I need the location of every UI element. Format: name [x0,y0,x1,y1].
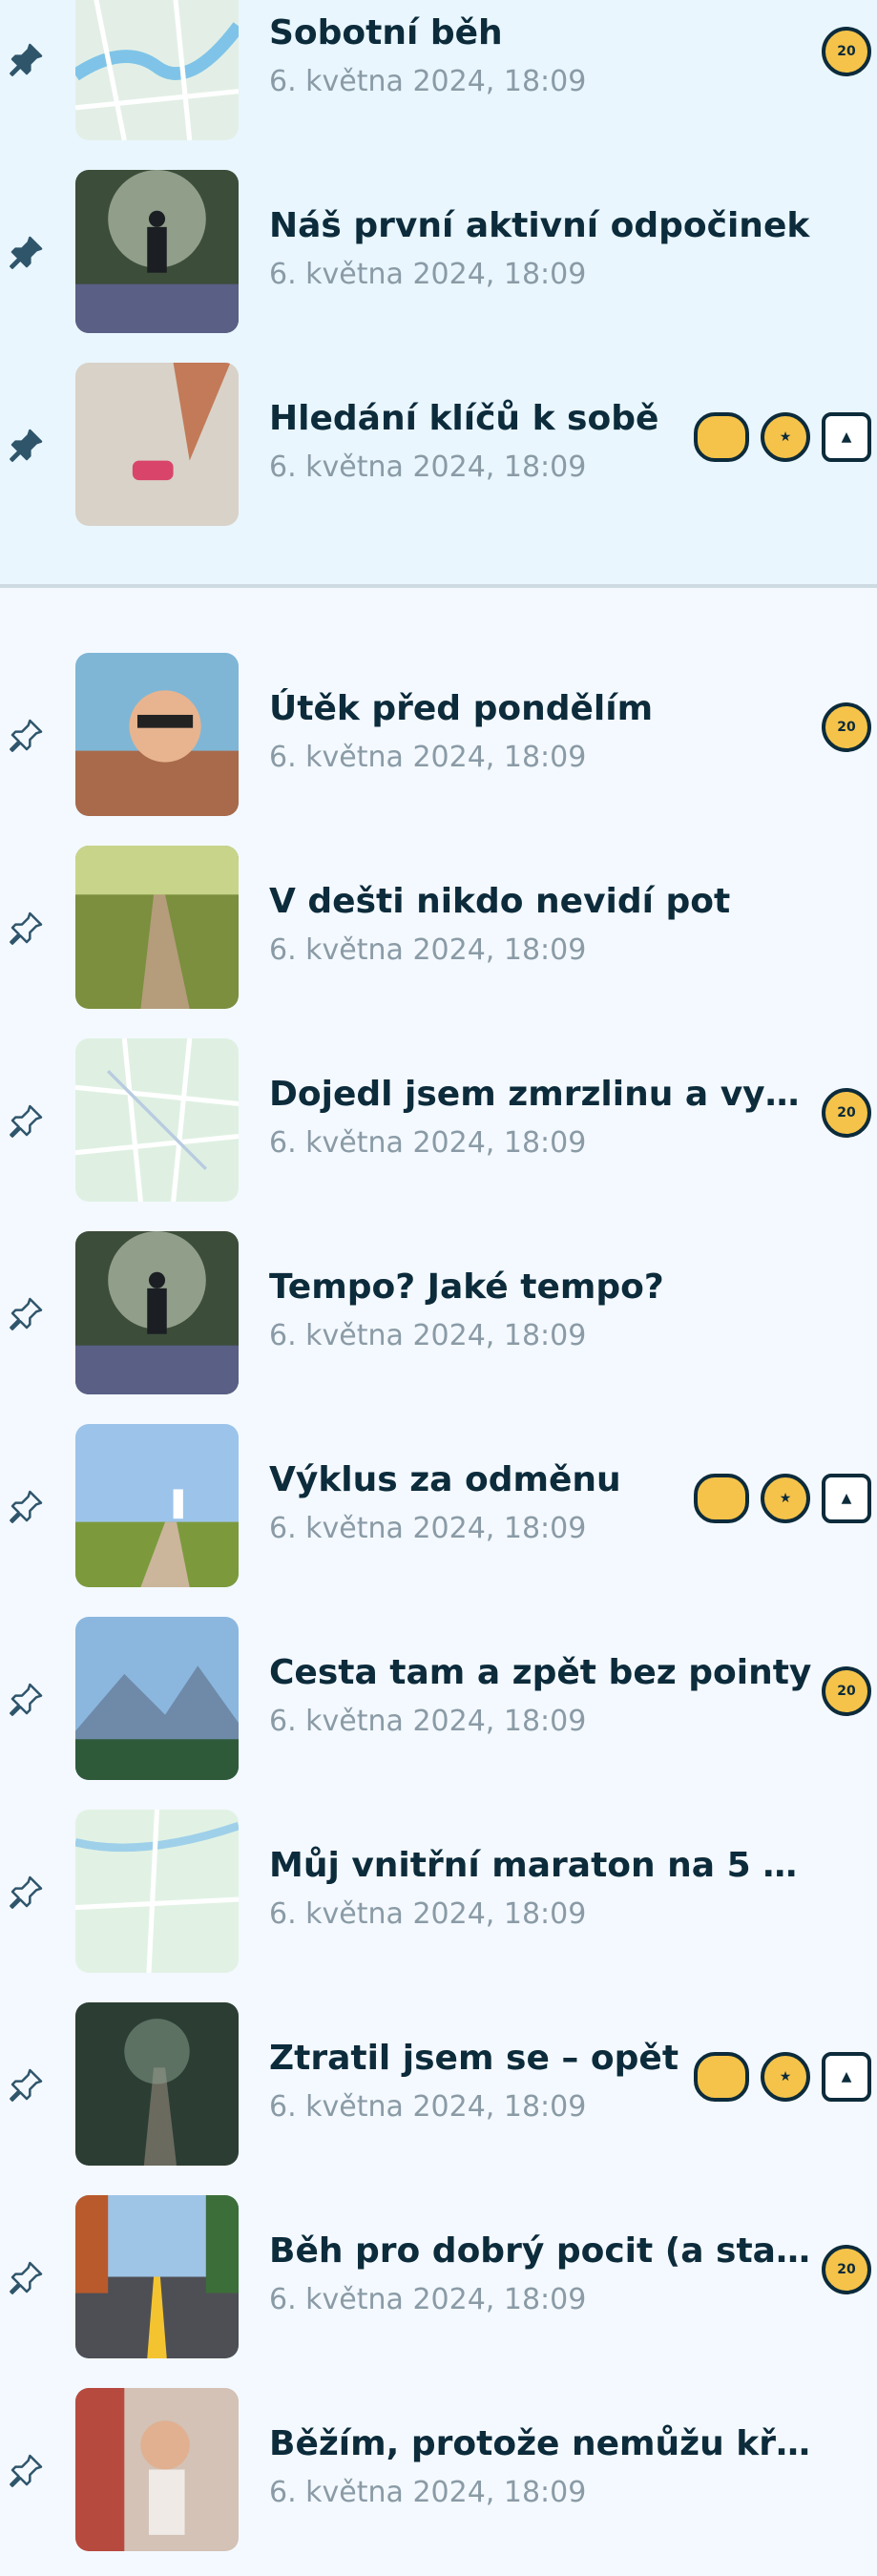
activity-thumbnail [75,1617,239,1780]
activity-title: Běžím, protože nemůžu křičet [269,2424,813,2463]
activity-row[interactable]: Cesta tam a zpět bez pointy 6. května 202… [0,1611,877,1804]
activity-thumbnail [75,363,239,526]
achievement-stars-badge-icon: ★ [761,2052,810,2102]
achievement-stars-badge-icon: ★ [761,412,810,462]
activity-date: 6. května 2024, 18:09 [269,933,587,967]
activity-date: 6. května 2024, 18:09 [269,1897,587,1931]
activity-date: 6. května 2024, 18:09 [269,450,587,484]
activity-thumbnail [75,2002,239,2166]
activity-row[interactable]: Dojedl jsem zmrzlinu a vyběhl jsem 6. kvě… [0,1033,877,1225]
activity-date: 6. května 2024, 18:09 [269,2283,587,2316]
pinned-section: Sobotní běh 6. května 2024, 18:09 20 Náš pr… [0,0,877,584]
achievement-tower-badge-icon: ▲ [822,412,871,462]
achievement-badges: 20 [822,27,871,76]
activity-list-screen: Sobotní běh 6. května 2024, 18:09 20 Náš pr… [0,0,877,2576]
pin-outline-icon[interactable] [6,907,48,949]
achievement-twenty-badge-icon: 20 [822,2245,871,2294]
achievement-badges: 20 [822,702,871,752]
activity-row[interactable]: Výklus za odměnu 6. května 2024, 18:09 ★ ▲ [0,1418,877,1611]
pin-outline-icon[interactable] [6,714,48,756]
activity-date: 6. května 2024, 18:09 [269,741,587,774]
achievement-badges: ★ ▲ [694,1474,871,1523]
achievement-pill-badge-icon [694,2052,749,2102]
pin-filled-icon[interactable] [6,424,48,466]
activity-date: 6. května 2024, 18:09 [269,1126,587,1160]
activity-row[interactable]: Běh pro dobrý pocit (a statistiky) 6. kvě… [0,2189,877,2382]
activity-date: 6. května 2024, 18:09 [269,258,587,291]
activity-thumbnail [75,1810,239,1973]
achievement-twenty-badge-icon: 20 [822,27,871,76]
activity-date: 6. května 2024, 18:09 [269,2476,587,2509]
activity-date: 6. května 2024, 18:09 [269,1319,587,1352]
pin-outline-icon[interactable] [6,1100,48,1141]
activity-title: Sobotní běh [269,13,503,52]
pin-outline-icon[interactable] [6,1871,48,1913]
achievement-pill-badge-icon [694,1474,749,1523]
activity-thumbnail [75,1231,239,1394]
activity-date: 6. května 2024, 18:09 [269,65,587,98]
activity-row[interactable]: Sobotní běh 6. května 2024, 18:09 20 [0,0,877,164]
achievement-badges: 20 [822,1088,871,1138]
achievement-tower-badge-icon: ▲ [822,2052,871,2102]
achievement-badges: 20 [822,1666,871,1716]
pin-filled-icon[interactable] [6,38,48,80]
activity-title: Dojedl jsem zmrzlinu a vyběhl jsem [269,1075,813,1114]
activity-thumbnail [75,170,239,333]
achievement-stars-badge-icon: ★ [761,1474,810,1523]
achievement-badges: 20 [822,2245,871,2294]
pin-outline-icon[interactable] [6,1678,48,1720]
activity-thumbnail [75,1424,239,1587]
achievement-badges: ★ ▲ [694,2052,871,2102]
activity-thumbnail [75,653,239,816]
activity-thumbnail [75,1038,239,1202]
activity-title: Tempo? Jaké tempo? [269,1267,664,1307]
activity-date: 6. května 2024, 18:09 [269,2090,587,2124]
activity-row[interactable]: Útěk před pondělím 6. května 2024, 18:09 2… [0,647,877,840]
activity-row[interactable]: Můj vnitřní maraton na 5 km 6. května 202… [0,1804,877,1997]
achievement-twenty-badge-icon: 20 [822,1088,871,1138]
activity-thumbnail [75,2195,239,2358]
activity-title: Běh pro dobrý pocit (a statistiky) [269,2231,813,2271]
activity-title: Útěk před pondělím [269,689,654,728]
activity-thumbnail [75,0,239,140]
activity-title: Můj vnitřní maraton na 5 km [269,1846,813,1885]
activity-list: Útěk před pondělím 6. května 2024, 18:09 2… [0,588,877,2575]
activity-row[interactable]: Náš první aktivní odpočinek 6. května 202… [0,164,877,357]
activity-row[interactable]: Hledání klíčů k sobě 6. května 2024, 18:0… [0,357,877,550]
activity-thumbnail [75,2388,239,2551]
achievement-twenty-badge-icon: 20 [822,702,871,752]
pin-outline-icon[interactable] [6,2256,48,2298]
activity-row[interactable]: V dešti nikdo nevidí pot 6. května 2024, … [0,840,877,1033]
activity-row[interactable]: Tempo? Jaké tempo? 6. května 2024, 18:09 [0,1225,877,1418]
achievement-twenty-badge-icon: 20 [822,1666,871,1716]
activity-title: Cesta tam a zpět bez pointy [269,1653,812,1692]
pin-outline-icon[interactable] [6,1485,48,1527]
pin-outline-icon[interactable] [6,2449,48,2491]
activity-date: 6. května 2024, 18:09 [269,1705,587,1738]
activity-title: Náš první aktivní odpočinek [269,206,810,245]
pin-outline-icon[interactable] [6,1292,48,1334]
activity-thumbnail [75,846,239,1009]
achievement-tower-badge-icon: ▲ [822,1474,871,1523]
pin-outline-icon[interactable] [6,2063,48,2105]
activity-row[interactable]: Běžím, protože nemůžu křičet 6. května 20… [0,2382,877,2575]
activity-row[interactable]: Ztratil jsem se – opět 6. května 2024, 18… [0,1997,877,2189]
achievement-pill-badge-icon [694,412,749,462]
activity-date: 6. května 2024, 18:09 [269,1512,587,1545]
activity-title: V dešti nikdo nevidí pot [269,882,731,921]
achievement-badges: ★ ▲ [694,412,871,462]
pin-filled-icon[interactable] [6,231,48,273]
